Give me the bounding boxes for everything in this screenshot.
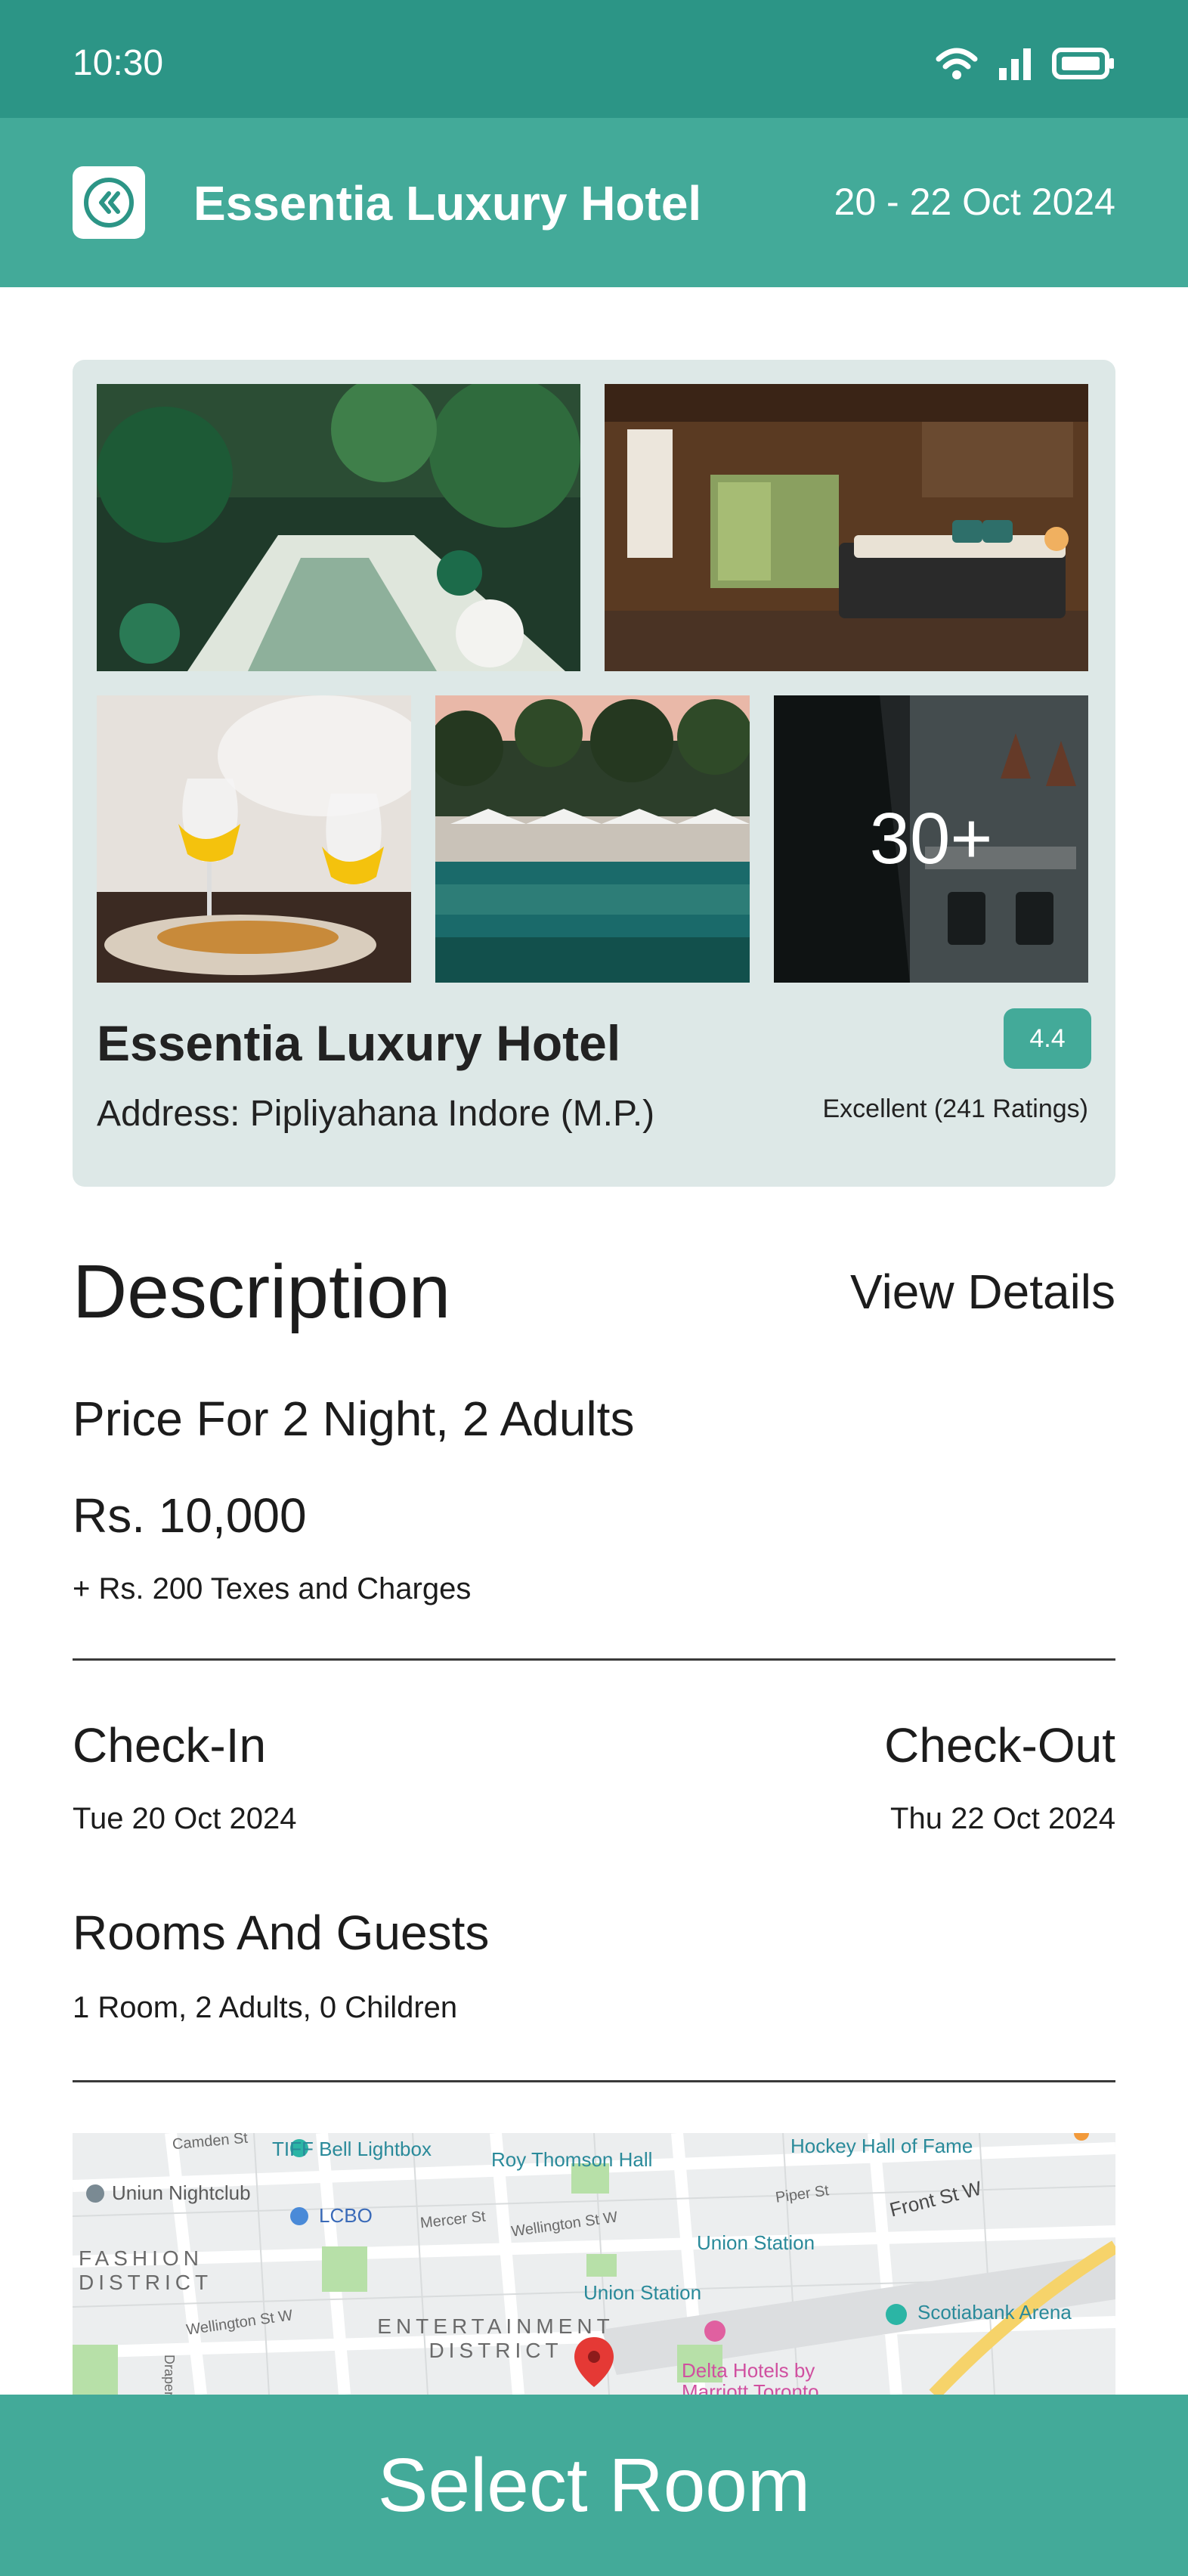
double-chevron-left-icon <box>84 178 134 228</box>
checkout-label: Check-Out <box>884 1718 1115 1773</box>
battery-icon <box>1052 48 1114 79</box>
map-label-entertainment: ENTERTAINMENT DISTRICT <box>377 2314 614 2362</box>
status-icons <box>936 47 1115 80</box>
view-details-link[interactable]: View Details <box>850 1264 1115 1320</box>
map-label-lcbo: LCBO <box>319 2204 373 2227</box>
rating-summary: Excellent (241 Ratings) <box>822 1094 1088 1123</box>
checkout-date: Thu 22 Oct 2024 <box>890 1802 1115 1835</box>
hotel-name: Essentia Luxury Hotel <box>97 1015 621 1071</box>
app-header: Essentia Luxury Hotel 20 - 22 Oct 2024 <box>0 118 1188 287</box>
header-title: Essentia Luxury Hotel <box>193 176 702 231</box>
map-label-hockey: Hockey Hall of Fame <box>790 2135 973 2157</box>
map-label-fashion: FASHION DISTRICT <box>79 2246 213 2294</box>
header-dates: 20 - 22 Oct 2024 <box>834 181 1115 223</box>
map-label-tiff: TIFF Bell Lightbox <box>272 2138 432 2160</box>
hotel-photo-breakfast[interactable] <box>97 695 411 983</box>
rating-badge: 4.4 <box>1004 1008 1091 1069</box>
map-label-roy: Roy Thomson Hall <box>491 2148 653 2171</box>
hotel-address: Address: Pipliyahana Indore (M.P.) <box>97 1094 655 1134</box>
map-label-union-2: Union Station <box>583 2281 702 2304</box>
checkin-date: Tue 20 Oct 2024 <box>73 1802 297 1835</box>
hotel-photo-courtyard[interactable] <box>97 384 580 671</box>
select-room-button[interactable]: Select Room <box>0 2395 1188 2576</box>
hotel-photo-pool[interactable] <box>435 695 750 983</box>
checkin-label: Check-In <box>73 1718 267 1773</box>
status-time: 10:30 <box>73 43 164 83</box>
hotel-photo-more[interactable]: 30+ <box>774 695 1088 983</box>
hotel-card: 30+ Essentia Luxury Hotel Address: Pipli… <box>73 360 1115 1187</box>
signal-icon <box>999 48 1031 80</box>
location-map[interactable]: Camden St TIFF Bell Lightbox Roy Thomson… <box>73 2133 1115 2395</box>
description-title: Description <box>73 1249 451 1334</box>
back-button[interactable] <box>73 166 145 239</box>
divider <box>73 2080 1115 2082</box>
map-label-delta: Delta Hotels by Marriott Toronto <box>682 2359 819 2395</box>
map-label-union-1: Union Station <box>697 2231 815 2254</box>
rooms-guests-value: 1 Room, 2 Adults, 0 Children <box>73 1991 458 2024</box>
map-label-nightclub: Uniun Nightclub <box>112 2181 251 2204</box>
status-bar: 10:30 <box>0 0 1188 118</box>
price-for-label: Price For 2 Night, 2 Adults <box>73 1392 635 1446</box>
price: Rs. 10,000 <box>73 1488 307 1543</box>
hotel-photo-bedroom[interactable] <box>605 384 1088 671</box>
rooms-guests-label: Rooms And Guests <box>73 1906 490 1960</box>
more-photos-count: 30+ <box>774 695 1088 983</box>
divider <box>73 1658 1115 1661</box>
taxes-text: + Rs. 200 Texes and Charges <box>73 1572 472 1605</box>
map-label-draper: Draper <box>162 2354 178 2395</box>
map-label-scotiabank: Scotiabank Arena <box>917 2301 1072 2324</box>
wifi-icon <box>936 48 978 79</box>
